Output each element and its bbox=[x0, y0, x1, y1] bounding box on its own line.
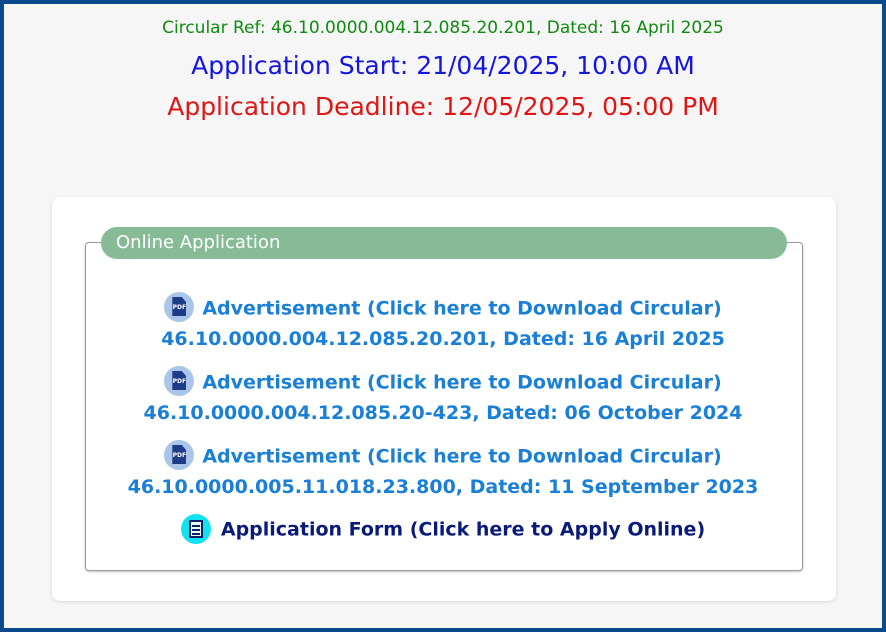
pdf-icon[interactable]: PDF bbox=[164, 292, 195, 322]
advertisement-item-1: PDF Advertisement (Click here to Download… bbox=[85, 292, 801, 350]
page-frame: Circular Ref: 46.10.0000.004.12.085.20.2… bbox=[0, 0, 886, 632]
online-application-legend: Online Application bbox=[101, 227, 787, 259]
application-form-item: Application Form (Click here to Apply On… bbox=[85, 514, 801, 546]
circular-ref: Circular Ref: 46.10.0000.004.12.085.20.2… bbox=[162, 18, 724, 38]
application-deadline: Application Deadline: 12/05/2025, 05:00 … bbox=[167, 92, 719, 121]
pdf-icon[interactable]: PDF bbox=[164, 440, 195, 470]
advertisement-detail-3[interactable]: 46.10.0000.005.11.018.23.800, Dated: 11 … bbox=[128, 476, 759, 498]
application-form-link[interactable]: Application Form (Click here to Apply On… bbox=[221, 519, 705, 541]
advertisement-link-2[interactable]: Advertisement (Click here to Download Ci… bbox=[202, 372, 721, 394]
pdf-icon[interactable]: PDF bbox=[164, 366, 195, 396]
advertisement-detail-1[interactable]: 46.10.0000.004.12.085.20.201, Dated: 16 … bbox=[161, 328, 725, 350]
advertisement-link-3[interactable]: Advertisement (Click here to Download Ci… bbox=[202, 446, 721, 468]
application-start: Application Start: 21/04/2025, 10:00 AM bbox=[191, 51, 695, 80]
advertisement-link-1[interactable]: Advertisement (Click here to Download Ci… bbox=[202, 298, 721, 320]
advertisement-detail-2[interactable]: 46.10.0000.004.12.085.20-423, Dated: 06 … bbox=[144, 402, 743, 424]
online-application-card: Online Application PDF Advertisement (Cli… bbox=[52, 197, 836, 601]
advertisement-item-3: PDF Advertisement (Click here to Download… bbox=[85, 440, 801, 498]
advertisement-item-2: PDF Advertisement (Click here to Download… bbox=[85, 366, 801, 424]
form-icon[interactable] bbox=[180, 514, 211, 544]
